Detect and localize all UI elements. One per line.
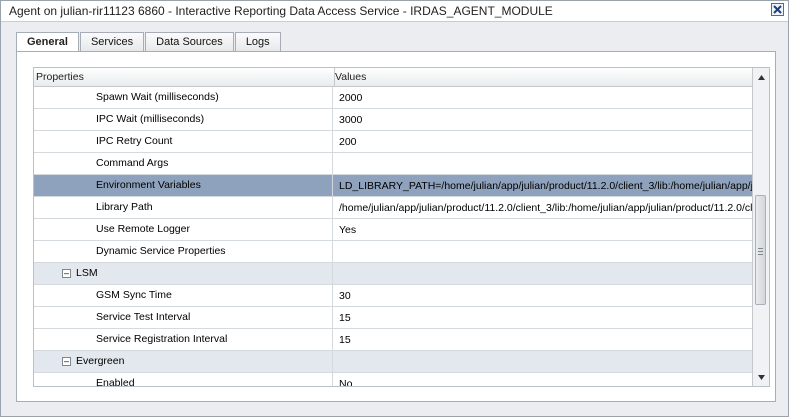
group-row-evergreen[interactable]: – Evergreen [34,351,753,373]
table-row[interactable]: IPC Retry Count 200 [34,131,753,153]
property-label: Library Path [96,201,153,213]
property-label: IPC Wait (milliseconds) [96,113,205,125]
property-label: Use Remote Logger [96,223,190,235]
property-label: Spawn Wait (milliseconds) [96,91,219,103]
vertical-scrollbar[interactable] [752,68,769,386]
property-cell: IPC Retry Count [34,131,333,152]
property-label: Service Registration Interval [96,333,228,345]
table-row[interactable]: Use Remote Logger Yes [34,219,753,241]
property-label: IPC Retry Count [96,135,173,147]
property-label: Service Test Interval [96,311,191,323]
grip-line [758,251,763,252]
value-cell[interactable] [333,241,753,262]
title-bar: Agent on julian-rir11123 6860 - Interact… [1,1,788,22]
window-title: Agent on julian-rir11123 6860 - Interact… [9,4,553,18]
grip-line [758,254,763,255]
values-column-header[interactable]: Values [333,68,755,86]
property-cell: Service Test Interval [34,307,333,328]
table-row[interactable]: Enabled No [34,373,753,387]
value-cell[interactable] [333,153,753,174]
close-button[interactable] [771,3,784,16]
property-label: Dynamic Service Properties [96,245,226,257]
scroll-down-button[interactable] [753,370,769,384]
group-label: LSM [76,267,98,279]
tab-general[interactable]: General [16,32,79,52]
agent-dialog: Agent on julian-rir11123 6860 - Interact… [0,0,789,417]
arrow-up-icon [757,74,765,80]
value-cell[interactable]: Yes [333,219,753,240]
grid-rows: Spawn Wait (milliseconds) 2000 IPC Wait … [34,87,753,387]
close-icon [773,5,782,14]
value-cell[interactable]: 15 [333,307,753,328]
property-label: Command Args [96,157,169,169]
property-cell: Dynamic Service Properties [34,241,333,262]
property-label: GSM Sync Time [96,289,172,301]
table-row[interactable]: Dynamic Service Properties [34,241,753,263]
group-cell: – Evergreen [34,351,333,372]
value-cell[interactable]: 30 [333,285,753,306]
group-row-lsm[interactable]: – LSM [34,263,753,285]
value-cell[interactable]: 2000 [333,87,753,108]
property-cell: Spawn Wait (milliseconds) [34,87,333,108]
value-cell[interactable]: 15 [333,329,753,350]
tab-strip: General Services Data Sources Logs [16,32,282,52]
property-cell: Service Registration Interval [34,329,333,350]
property-cell: Command Args [34,153,333,174]
property-cell: Use Remote Logger [34,219,333,240]
property-cell: Environment Variables [34,175,333,196]
scroll-up-button[interactable] [753,70,769,84]
table-row[interactable]: Service Registration Interval 15 [34,329,753,351]
value-cell[interactable]: LD_LIBRARY_PATH=/home/julian/app/julian/… [333,175,753,196]
tab-logs[interactable]: Logs [234,32,281,51]
table-row[interactable]: Service Test Interval 15 [34,307,753,329]
group-cell: – LSM [34,263,333,284]
property-cell: IPC Wait (milliseconds) [34,109,333,130]
general-tab-panel: Properties Values Spawn Wait (millisecon… [16,51,776,402]
table-row[interactable]: IPC Wait (milliseconds) 3000 [34,109,753,131]
table-row[interactable]: Library Path /home/julian/app/julian/pro… [34,197,753,219]
property-cell: GSM Sync Time [34,285,333,306]
collapse-toggle-icon[interactable]: – [62,269,71,278]
property-label: Environment Variables [96,179,201,191]
value-cell[interactable]: 200 [333,131,753,152]
value-cell [333,351,753,372]
tab-services[interactable]: Services [79,32,145,51]
properties-column-header[interactable]: Properties [34,68,335,86]
properties-grid: Properties Values Spawn Wait (millisecon… [33,67,770,387]
scroll-thumb[interactable] [755,195,766,305]
grip-line [758,248,763,249]
table-row-selected[interactable]: Environment Variables LD_LIBRARY_PATH=/h… [34,175,753,197]
value-cell[interactable]: 3000 [333,109,753,130]
table-row[interactable]: GSM Sync Time 30 [34,285,753,307]
table-row[interactable]: Spawn Wait (milliseconds) 2000 [34,87,753,109]
table-row[interactable]: Command Args [34,153,753,175]
property-cell: Library Path [34,197,333,218]
collapse-toggle-icon[interactable]: – [62,357,71,366]
property-cell: Enabled [34,373,333,387]
group-label: Evergreen [76,355,125,367]
value-cell[interactable]: /home/julian/app/julian/product/11.2.0/c… [333,197,753,218]
value-cell [333,263,753,284]
tab-data-sources[interactable]: Data Sources [145,32,234,51]
grid-header: Properties Values [34,68,769,87]
value-cell[interactable]: No [333,373,753,386]
arrow-down-icon [757,374,765,380]
property-label: Enabled [96,377,135,387]
